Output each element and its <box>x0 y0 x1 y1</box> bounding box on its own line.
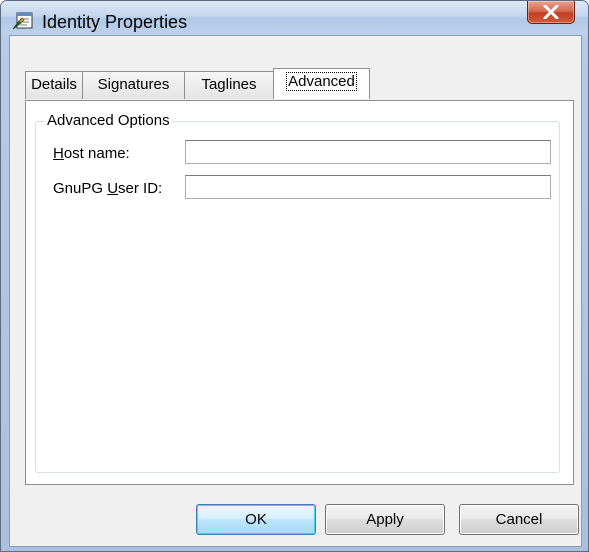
tab-signatures-label: Signatures <box>97 76 170 93</box>
gnupg-mnemonic: U <box>107 180 119 197</box>
window-title: Identity Properties <box>42 12 188 32</box>
tab-signatures[interactable]: Signatures <box>82 71 185 99</box>
tab-details[interactable]: Details <box>25 71 83 99</box>
tab-taglines-label: Taglines <box>201 76 257 93</box>
ok-button[interactable]: OK <box>196 504 316 535</box>
host-name-label: Host name: <box>53 145 130 162</box>
host-name-input[interactable] <box>185 140 551 164</box>
apply-button[interactable]: Apply <box>325 504 445 535</box>
tab-advanced-label: Advanced <box>286 72 357 91</box>
gnupg-user-id-label: GnuPG User ID: <box>53 180 162 197</box>
host-name-label-text: ost name: <box>63 145 130 162</box>
close-button[interactable] <box>527 1 575 24</box>
cancel-button[interactable]: Cancel <box>459 504 579 535</box>
tab-details-label: Details <box>31 76 77 93</box>
group-title: Advanced Options <box>44 112 173 129</box>
host-name-mnemonic: H <box>53 145 64 162</box>
title-bar[interactable]: Identity Properties <box>1 1 588 35</box>
properties-icon <box>12 12 34 30</box>
tab-advanced[interactable]: Advanced <box>273 68 370 99</box>
gnupg-label-text: ser ID: <box>118 180 163 197</box>
gnupg-user-id-input[interactable] <box>185 175 551 199</box>
tab-taglines[interactable]: Taglines <box>184 71 274 99</box>
gnupg-label-prefix: GnuPG <box>53 180 108 197</box>
dialog-window: Identity Properties Details Signatures T… <box>0 0 589 552</box>
dialog-client-area: Details Signatures Taglines Advanced Adv… <box>9 35 582 547</box>
advanced-options-group: Advanced Options <box>35 112 560 473</box>
